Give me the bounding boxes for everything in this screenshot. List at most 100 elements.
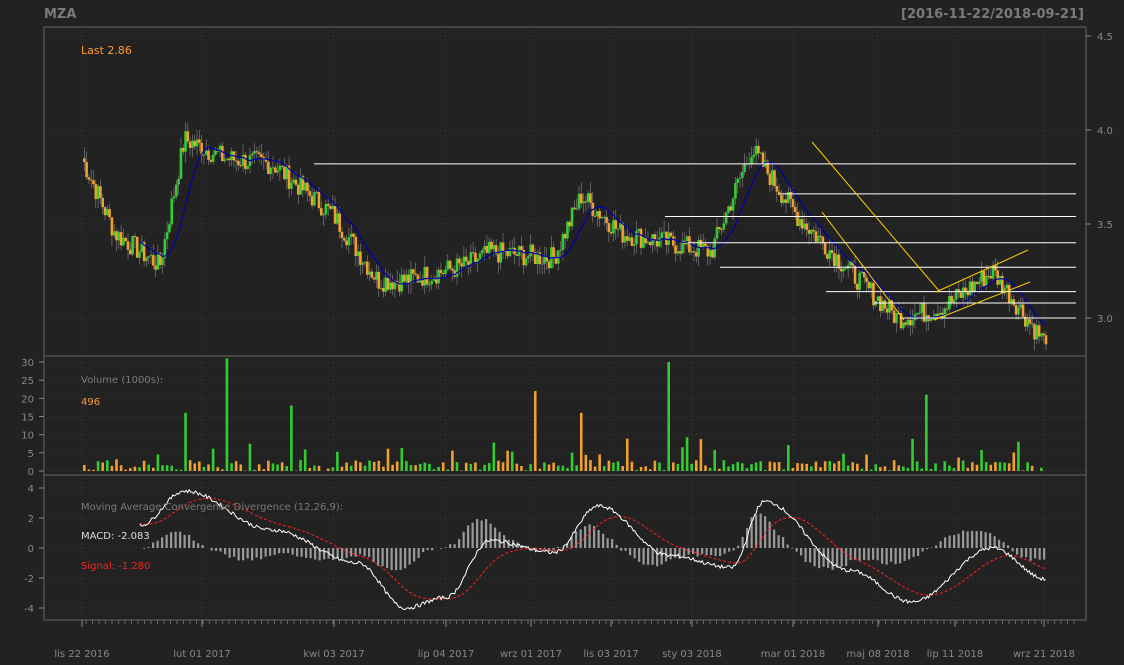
macd-histogram-bar [458, 539, 461, 548]
volume-bar [952, 468, 956, 471]
candle [655, 240, 659, 247]
candle [777, 191, 781, 196]
candles [83, 121, 1048, 351]
candle [902, 322, 905, 329]
macd-histogram-bar [1011, 548, 1014, 552]
candle [734, 182, 737, 199]
volume-bar [202, 466, 206, 471]
candle [115, 231, 118, 241]
volume-bar [377, 460, 381, 471]
volume-bar [257, 464, 261, 471]
candle [234, 160, 238, 162]
candle [326, 203, 330, 207]
volume-bar [239, 464, 243, 471]
macd-value-label: MACD: -2.083 [81, 531, 150, 542]
candle [692, 251, 696, 253]
macd-histogram-bar [912, 548, 915, 557]
macd-histogram-bar [962, 530, 965, 548]
candle [554, 257, 558, 264]
candle [531, 244, 535, 253]
candle [483, 245, 486, 251]
macd-histogram-bar [377, 548, 380, 566]
macd-histogram-bar [197, 543, 200, 548]
candle [352, 233, 355, 237]
macd-histogram-bar [480, 520, 483, 548]
macd-histogram-bar [485, 519, 488, 548]
candle [529, 244, 532, 257]
candle [977, 281, 981, 285]
volume-bar [152, 467, 155, 471]
candle [237, 160, 240, 166]
macd-histogram-bar [602, 533, 605, 548]
volume-bar [368, 460, 371, 471]
candle [464, 256, 468, 262]
candle [324, 203, 328, 215]
candle [743, 164, 746, 172]
candle [1042, 333, 1045, 336]
macd-histogram-bar [422, 548, 425, 553]
candle [987, 275, 990, 277]
volume-bar [382, 466, 385, 471]
candle [469, 252, 473, 265]
macd-histogram-bar [287, 548, 290, 553]
candle [129, 249, 132, 255]
candle [471, 252, 475, 254]
candle [308, 191, 312, 196]
macd-histogram-bar [1020, 548, 1023, 558]
candle [632, 244, 636, 246]
candle [315, 191, 318, 193]
candle [510, 247, 514, 249]
volume-bar [722, 460, 726, 471]
volume-bar [828, 460, 832, 471]
candle [671, 236, 675, 246]
volume-bar [925, 394, 928, 471]
volume-bar [253, 469, 256, 471]
candle [209, 159, 213, 162]
macd-histogram-bar [476, 518, 479, 548]
macd-histogram-bar [737, 545, 740, 548]
macd-histogram-bar [827, 548, 830, 568]
candle [860, 271, 864, 274]
macd-histogram-bar [1038, 548, 1041, 560]
macd-histogram-bar [908, 548, 911, 560]
candle [168, 224, 171, 233]
candle [165, 232, 169, 240]
macd-histogram-bar [881, 548, 884, 564]
volume-bar [667, 362, 670, 471]
candle [658, 237, 661, 247]
volume-bar [759, 461, 763, 471]
candle [96, 186, 100, 199]
volume-tick-label: 25 [21, 376, 34, 387]
candle [869, 282, 873, 289]
candle [623, 236, 627, 243]
date-range: [2016-11-22/2018-09-21] [901, 7, 1084, 22]
macd-histogram-bar [246, 548, 249, 559]
macd-histogram-bar [899, 548, 902, 564]
macd-histogram-bar [800, 548, 803, 556]
volume-bar [386, 448, 390, 471]
candle [954, 289, 958, 300]
volume-bar [966, 467, 970, 471]
macd-histogram-bar [192, 540, 195, 548]
candle [133, 235, 137, 237]
volume-bar [625, 438, 629, 471]
macd-histogram-bar [705, 548, 708, 556]
volume-bar [432, 469, 436, 471]
macd-histogram-bar [948, 535, 951, 548]
volume-bar [510, 451, 514, 471]
macd-histogram-bar [588, 524, 591, 548]
macd-histogram-bar [719, 548, 722, 557]
volume-bar [874, 464, 878, 471]
symbol-title: MZA [44, 7, 76, 22]
macd-histogram-bar [251, 548, 254, 561]
candle [577, 193, 581, 209]
volume-tick-label: 15 [21, 413, 34, 424]
candle [342, 238, 346, 241]
macd-histogram-bar [611, 539, 614, 548]
price-tick-label: 3.0 [1097, 314, 1113, 325]
volume-bar [920, 468, 924, 471]
candle [688, 236, 691, 253]
candle [368, 271, 371, 275]
macd-histogram-bar [296, 548, 299, 557]
volume-bar [851, 462, 855, 471]
